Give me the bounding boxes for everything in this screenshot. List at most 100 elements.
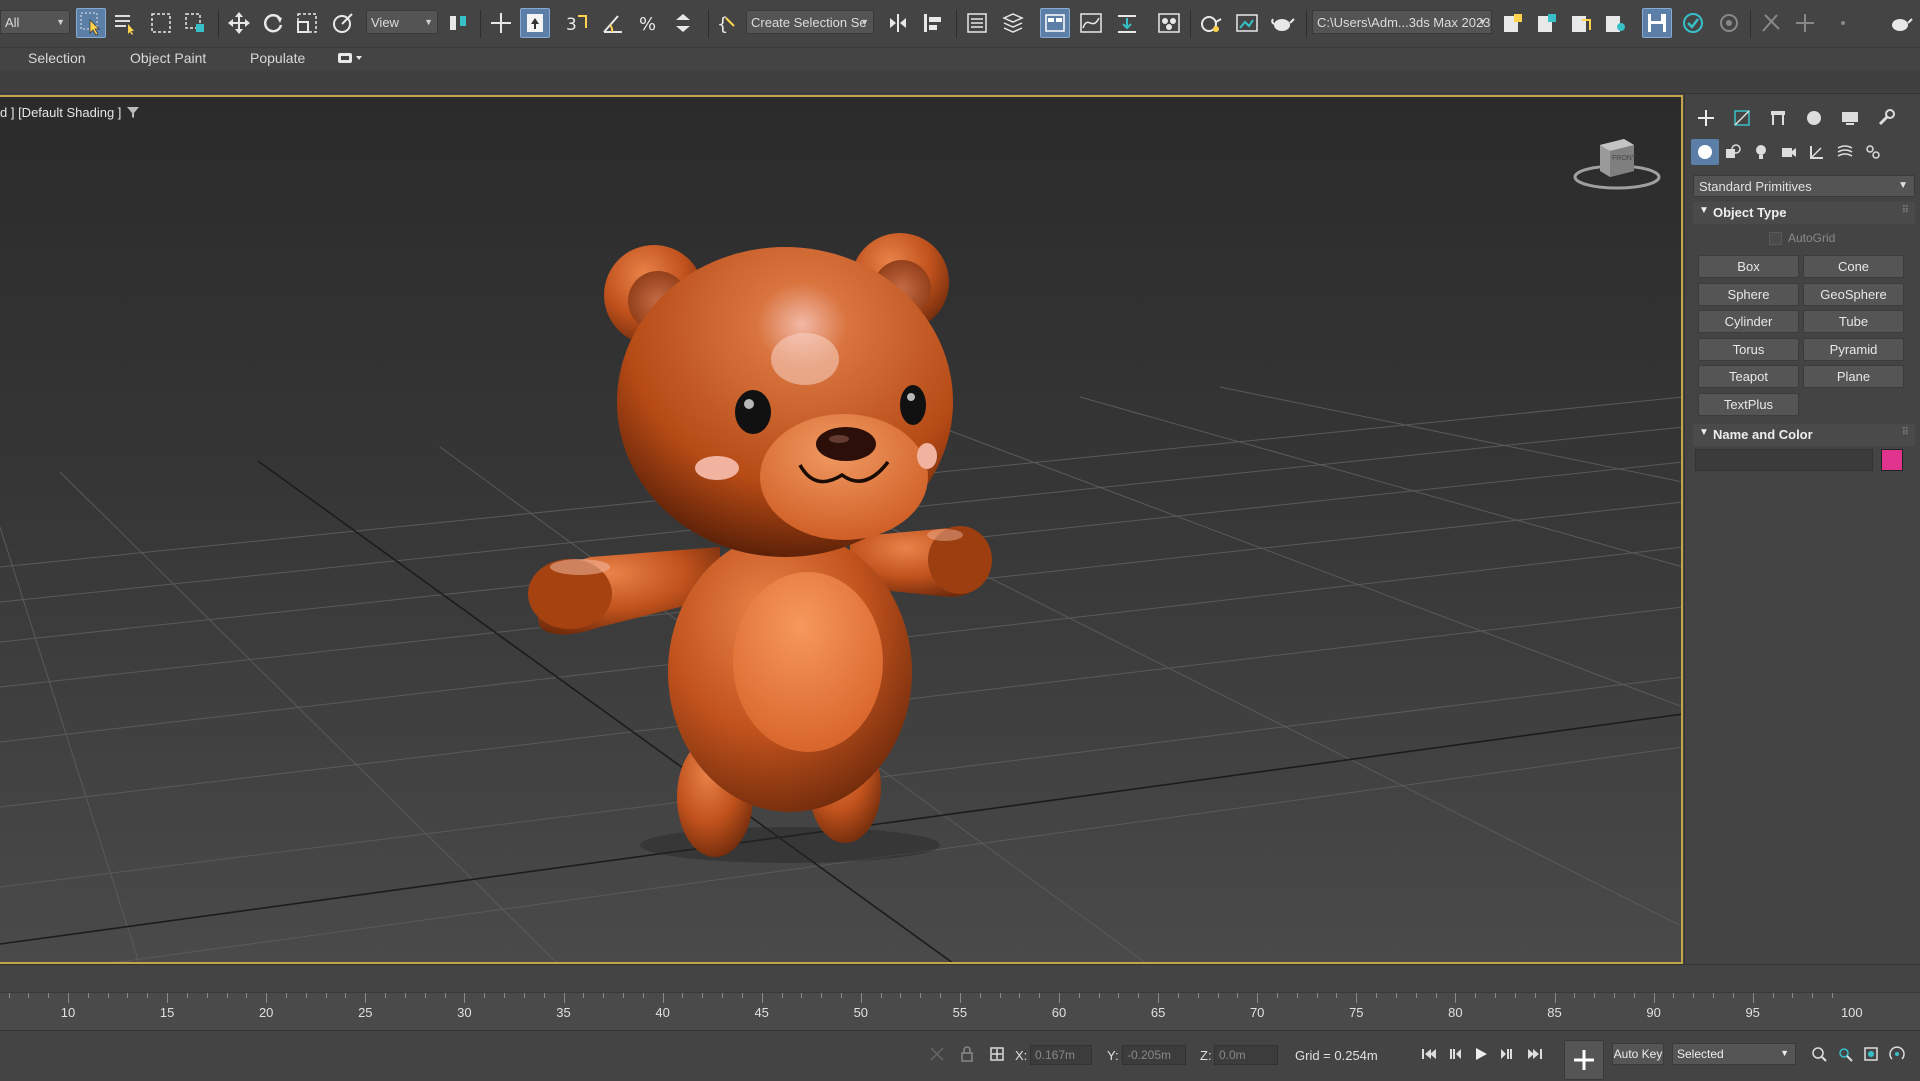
geometry-category[interactable] xyxy=(1691,139,1719,165)
go-to-end-button[interactable] xyxy=(1524,1043,1546,1065)
material-editor-button[interactable] xyxy=(1154,8,1184,38)
mirror-button[interactable] xyxy=(884,8,914,38)
angle-snap-button[interactable] xyxy=(598,8,628,38)
cylinder-button[interactable]: Cylinder xyxy=(1698,310,1799,333)
select-by-name-button[interactable] xyxy=(110,8,140,38)
dot-button[interactable] xyxy=(1828,8,1858,38)
cameras-category[interactable] xyxy=(1775,139,1803,165)
select-place-button[interactable] xyxy=(328,8,358,38)
align-button[interactable] xyxy=(918,8,948,38)
check-button[interactable] xyxy=(1678,8,1708,38)
reference-coordinate-dropdown[interactable]: View ▼ xyxy=(366,10,438,34)
time-slider-bar[interactable] xyxy=(0,964,1920,992)
project-button-1[interactable] xyxy=(1498,8,1528,38)
rectangular-selection-button[interactable] xyxy=(146,8,176,38)
add-key-button[interactable] xyxy=(1564,1040,1604,1080)
viewport-filter-icon[interactable] xyxy=(126,105,140,124)
next-frame-button[interactable] xyxy=(1496,1043,1518,1065)
ribbon-options-button[interactable] xyxy=(337,51,367,70)
box-button[interactable]: Box xyxy=(1698,255,1799,278)
viewport-label[interactable]: d ] [Default Shading ] xyxy=(0,105,121,120)
select-object-button[interactable] xyxy=(76,8,106,38)
viewcube[interactable]: FRONT xyxy=(1572,135,1662,200)
sphere-button[interactable]: Sphere xyxy=(1698,283,1799,306)
curve-editor-button[interactable] xyxy=(1076,8,1106,38)
scene-explorer-button[interactable] xyxy=(962,8,992,38)
project-button-3[interactable] xyxy=(1566,8,1596,38)
object-type-rollout-header[interactable]: ▼ Object Type ⠿ xyxy=(1693,202,1915,224)
lock-icon[interactable] xyxy=(956,1043,978,1065)
project-button-4[interactable] xyxy=(1600,8,1630,38)
space-warps-category[interactable] xyxy=(1831,139,1859,165)
geometry-type-dropdown[interactable]: Standard Primitives ▼ xyxy=(1693,175,1915,197)
geosphere-button[interactable]: GeoSphere xyxy=(1803,283,1904,306)
name-color-rollout-header[interactable]: ▼ Name and Color ⠿ xyxy=(1693,424,1915,446)
z-coordinate-field[interactable]: 0.0m xyxy=(1214,1045,1278,1065)
select-manipulate-button[interactable] xyxy=(486,8,516,38)
utilities-tab[interactable] xyxy=(1871,105,1901,131)
shapes-category[interactable] xyxy=(1719,139,1747,165)
helpers-category[interactable] xyxy=(1803,139,1831,165)
named-selection-dropdown[interactable]: Create Selection Se ▼ xyxy=(746,10,874,34)
toggle-ribbon-button[interactable] xyxy=(1040,8,1070,38)
snaps-toggle-button[interactable]: 3 xyxy=(562,8,592,38)
key-selection-dropdown[interactable]: Selected ▼ xyxy=(1672,1043,1796,1065)
teapot-button[interactable]: Teapot xyxy=(1698,365,1799,388)
x-coordinate-field[interactable]: 0.167m xyxy=(1030,1045,1092,1065)
arnold-button[interactable] xyxy=(1714,8,1744,38)
pyramid-button[interactable]: Pyramid xyxy=(1803,338,1904,361)
ribbon-tab-object-paint[interactable]: Object Paint xyxy=(130,50,206,66)
previous-frame-button[interactable] xyxy=(1444,1043,1466,1065)
maximize-viewport-icon[interactable] xyxy=(1860,1043,1882,1065)
orbit-icon[interactable] xyxy=(1886,1043,1908,1065)
object-name-field[interactable] xyxy=(1695,449,1873,471)
autogrid-checkbox[interactable]: AutoGrid xyxy=(1769,231,1835,245)
select-scale-button[interactable] xyxy=(292,8,322,38)
auto-key-button[interactable]: Auto Key xyxy=(1612,1043,1664,1065)
autogrid-checkbox-box[interactable] xyxy=(1769,231,1782,245)
select-move-button[interactable] xyxy=(224,8,254,38)
layer-explorer-button[interactable] xyxy=(998,8,1028,38)
pivot-center-button[interactable] xyxy=(444,8,474,38)
select-rotate-button[interactable] xyxy=(258,8,288,38)
track-bar[interactable]: 10 15 20 25 30 35 40 45 50 55 60 65 70 75 80 85 90 95 100 xyxy=(0,992,1920,1030)
save-button[interactable] xyxy=(1642,8,1672,38)
cone-button[interactable]: Cone xyxy=(1803,255,1904,278)
torus-button[interactable]: Torus xyxy=(1698,338,1799,361)
create-tab[interactable] xyxy=(1691,105,1721,131)
lights-category[interactable] xyxy=(1747,139,1775,165)
tube-button[interactable]: Tube xyxy=(1803,310,1904,333)
isolate-icon[interactable] xyxy=(926,1043,948,1065)
edit-named-selection-button[interactable]: { xyxy=(712,8,742,38)
go-to-start-button[interactable] xyxy=(1418,1043,1440,1065)
search-icon[interactable] xyxy=(1808,1043,1830,1065)
window-crossing-button[interactable] xyxy=(180,8,210,38)
perspective-viewport[interactable]: d ] [Default Shading ] FRONT xyxy=(0,95,1683,964)
render-setup-button[interactable] xyxy=(1196,8,1226,38)
schematic-view-button[interactable] xyxy=(1112,8,1142,38)
add-tool-button[interactable] xyxy=(1790,8,1820,38)
motion-tab[interactable] xyxy=(1799,105,1829,131)
play-button[interactable] xyxy=(1470,1043,1492,1065)
selection-filter-dropdown[interactable]: All ▼ xyxy=(0,10,70,34)
spinner-snap-button[interactable] xyxy=(668,8,698,38)
absolute-mode-icon[interactable] xyxy=(986,1043,1008,1065)
y-coordinate-field[interactable]: -0.205m xyxy=(1122,1045,1186,1065)
project-button-2[interactable] xyxy=(1532,8,1562,38)
hierarchy-tab[interactable] xyxy=(1763,105,1793,131)
scripting-button[interactable] xyxy=(1756,8,1786,38)
ribbon-tab-populate[interactable]: Populate xyxy=(250,50,305,66)
project-folder-dropdown[interactable]: C:\Users\Adm...3ds Max 2023 ▼ xyxy=(1312,10,1492,34)
object-color-swatch[interactable] xyxy=(1881,449,1903,471)
ribbon-tab-selection[interactable]: Selection xyxy=(28,50,86,66)
rendered-frame-window-button[interactable] xyxy=(1232,8,1262,38)
teapot-render-button[interactable] xyxy=(1886,8,1916,38)
display-tab[interactable] xyxy=(1835,105,1865,131)
modify-tab[interactable] xyxy=(1727,105,1757,131)
percent-snap-button[interactable]: % xyxy=(634,8,664,38)
textplus-button[interactable]: TextPlus xyxy=(1698,393,1799,416)
systems-category[interactable] xyxy=(1859,139,1887,165)
plane-button[interactable]: Plane xyxy=(1803,365,1904,388)
render-production-button[interactable] xyxy=(1268,8,1298,38)
keyboard-shortcut-override-button[interactable] xyxy=(520,8,550,38)
